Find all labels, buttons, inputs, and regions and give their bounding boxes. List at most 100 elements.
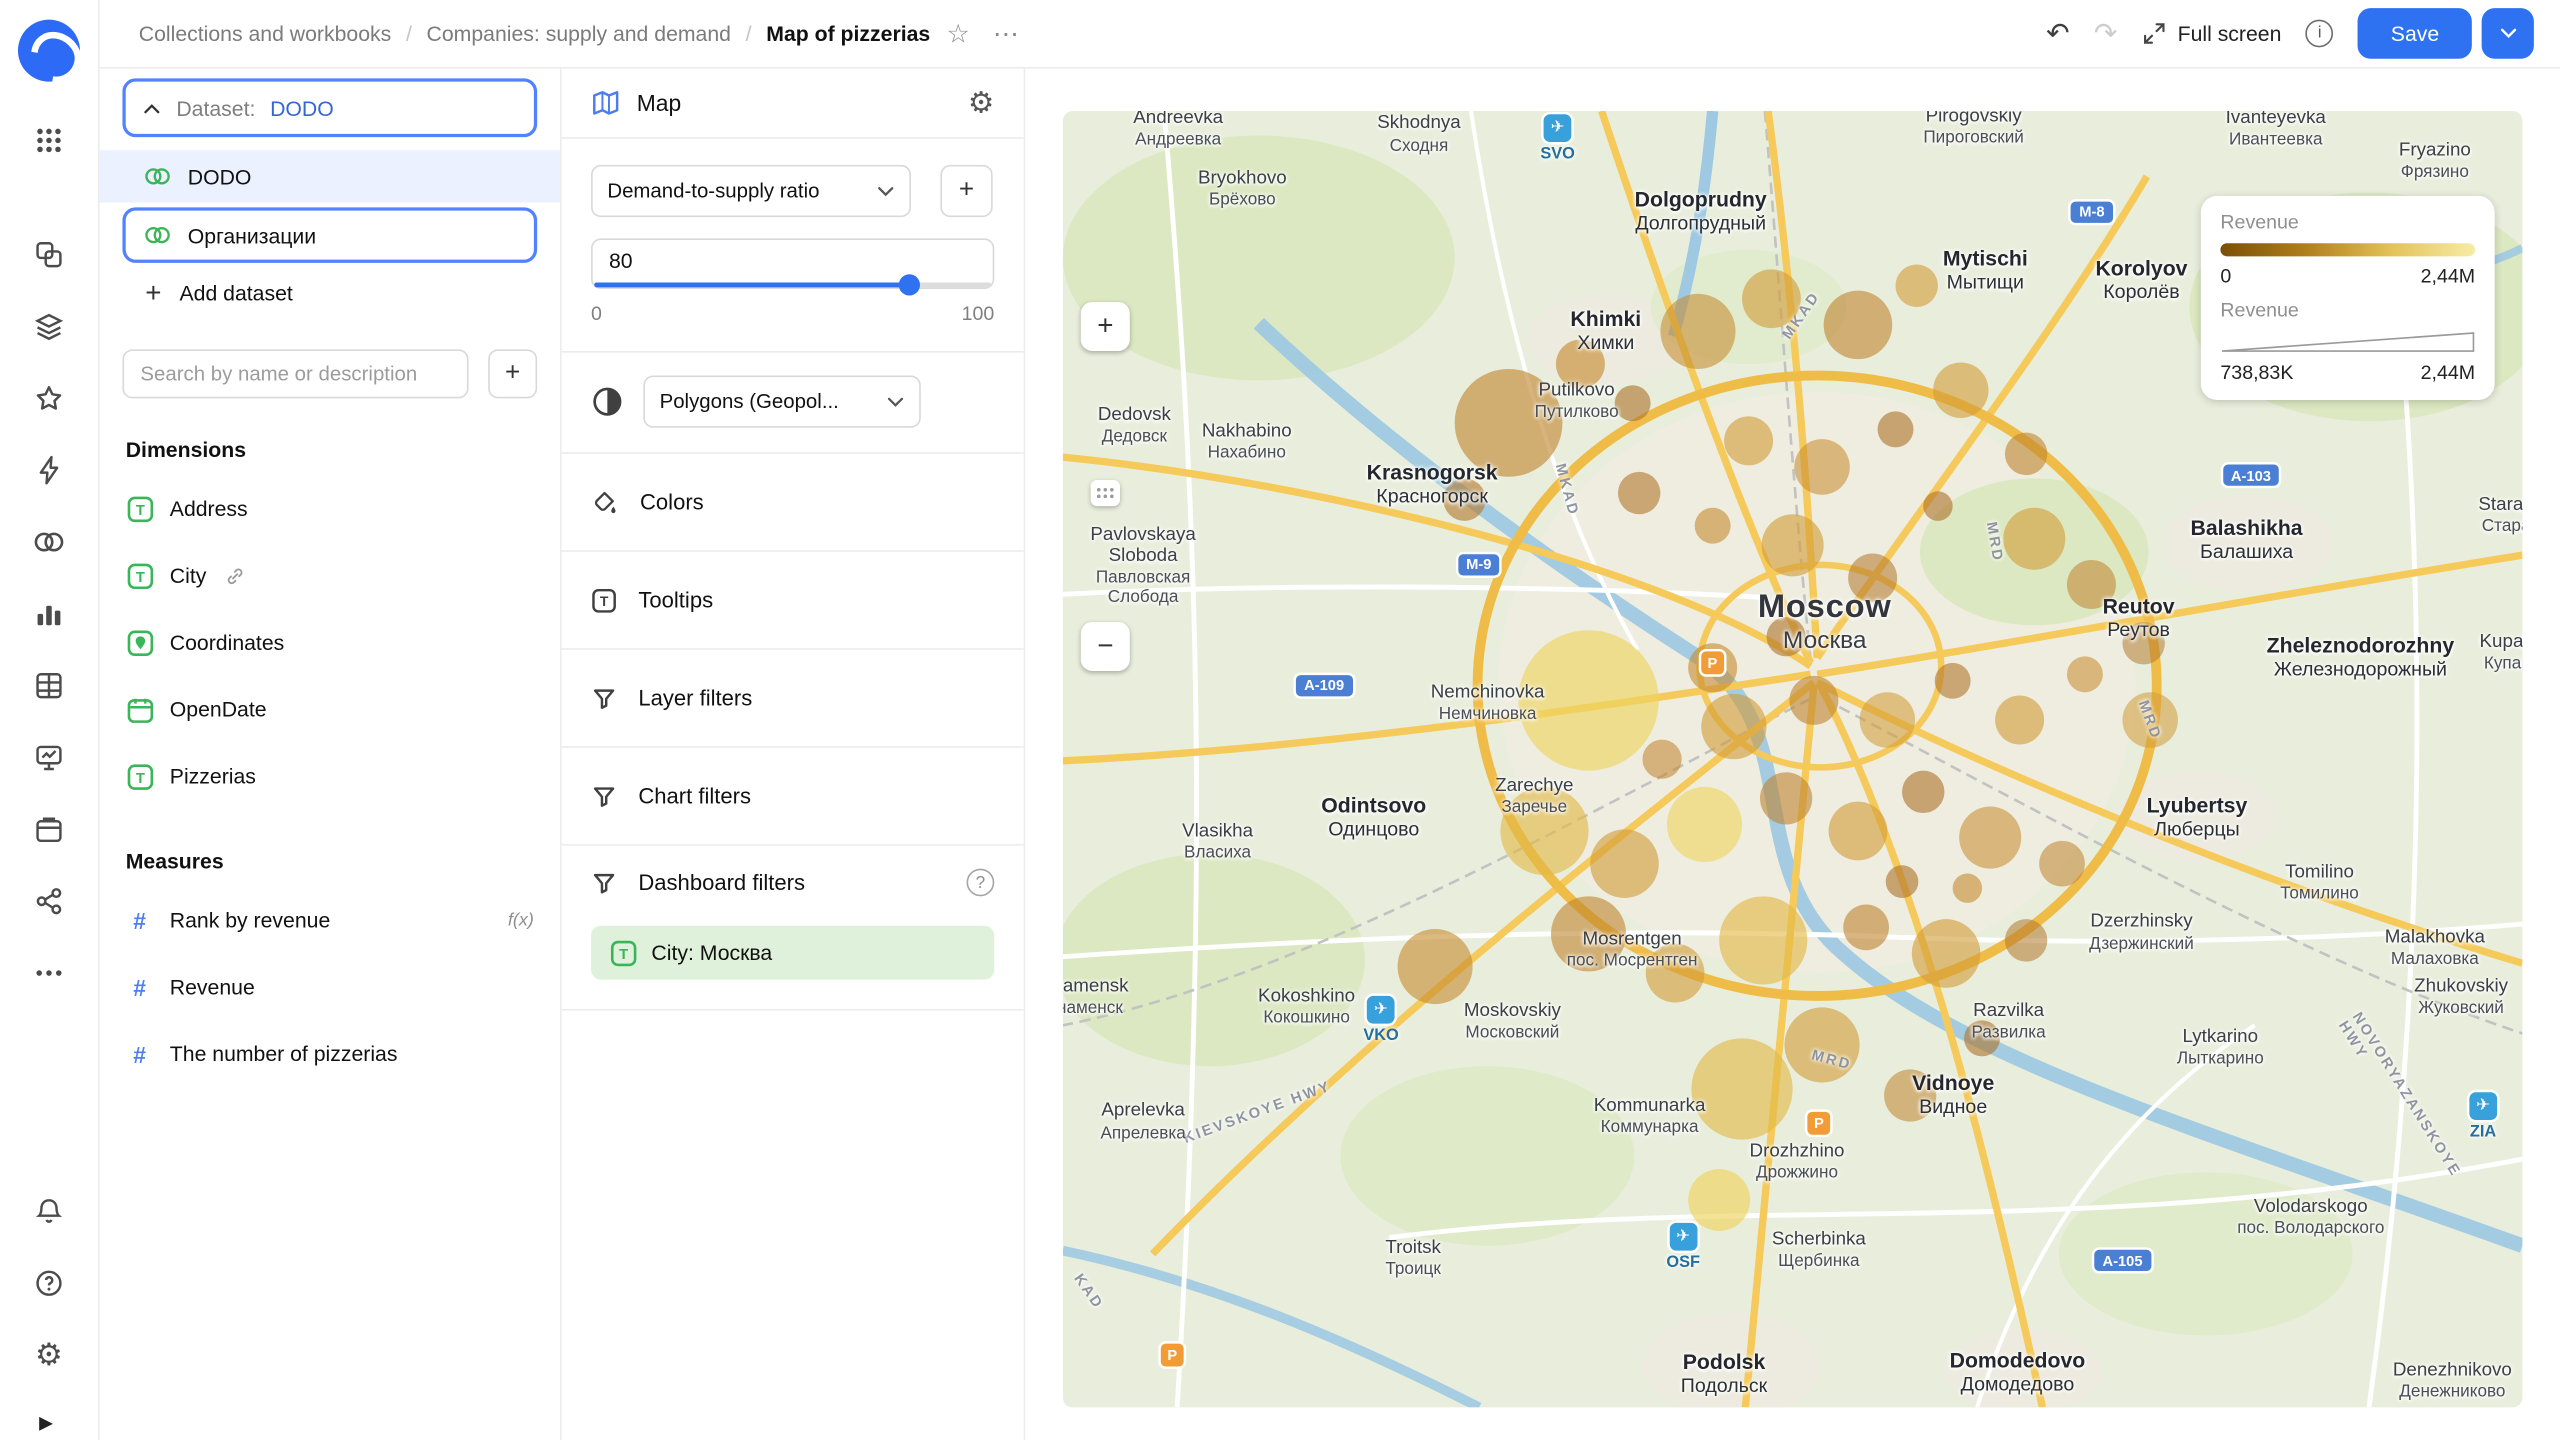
map-bubble[interactable] (1843, 905, 1889, 951)
chart-section-colors[interactable]: Colors (562, 452, 1024, 550)
map-bubble[interactable] (2005, 433, 2047, 475)
map-bubble[interactable] (1500, 786, 1588, 874)
map-bubble[interactable] (1551, 897, 1626, 972)
favorites-icon[interactable] (20, 369, 79, 428)
info-icon[interactable]: i (2306, 20, 2334, 48)
breadcrumb-item[interactable]: Companies: supply and demand (427, 21, 731, 45)
save-dropdown-button[interactable] (2482, 8, 2534, 59)
dashboard-filter-chip[interactable]: T City: Москва (591, 926, 994, 980)
help-icon[interactable] (20, 1254, 79, 1313)
more-icon[interactable] (20, 944, 79, 1003)
dataset-selector[interactable]: Dataset: DODO (122, 78, 537, 137)
dimension-field-row[interactable]: TCity (100, 542, 560, 609)
add-measure-button[interactable]: + (940, 165, 992, 217)
measure-field-row[interactable]: #The number of pizzerias (100, 1020, 560, 1087)
map-bubble[interactable] (1646, 944, 1705, 1003)
map-bubble[interactable] (1689, 1169, 1751, 1231)
map-bubble[interactable] (1824, 291, 1893, 360)
dashboards-icon[interactable] (20, 728, 79, 787)
map-bubble[interactable] (1614, 385, 1650, 421)
ratio-slider-track[interactable] (594, 282, 991, 287)
dimension-field-row[interactable]: TAddress (100, 475, 560, 542)
field-search-input[interactable] (122, 349, 468, 398)
map-bubble[interactable] (1762, 514, 1824, 576)
map-bubble[interactable] (2122, 621, 2164, 663)
full-screen-button[interactable]: Full screen (2142, 21, 2282, 45)
chart-settings-gear-icon[interactable]: ⚙ (968, 88, 994, 117)
map-drag-handle[interactable] (1091, 480, 1120, 506)
map-bubble[interactable] (1759, 772, 1811, 824)
tables-icon[interactable] (20, 656, 79, 715)
add-field-button[interactable]: + (488, 349, 537, 398)
breadcrumb-item[interactable]: Collections and workbooks (139, 21, 391, 45)
map-bubble[interactable] (2002, 508, 2064, 570)
charts-icon[interactable] (20, 584, 79, 643)
layer-visibility-icon[interactable] (591, 385, 624, 418)
map-bubble[interactable] (1518, 631, 1658, 771)
undo-icon[interactable]: ↶ (2046, 20, 2069, 48)
map-canvas[interactable]: MoscowМоскваDolgoprudnyДолгопрудныйMytis… (1063, 111, 2523, 1407)
map-bubble[interactable] (1959, 806, 2021, 868)
zoom-out-button[interactable]: − (1081, 622, 1130, 671)
map-bubble[interactable] (1724, 417, 1773, 466)
map-bubble[interactable] (1848, 553, 1897, 602)
map-bubble[interactable] (2122, 693, 2178, 749)
map-bubble[interactable] (1766, 616, 1805, 655)
editor-icon[interactable] (20, 441, 79, 500)
layer-select[interactable]: Polygons (Geopol... (643, 376, 921, 428)
map-bubble[interactable] (1702, 694, 1767, 759)
collapse-rail-button[interactable]: ▶ (39, 1412, 53, 1433)
map-bubble[interactable] (1660, 294, 1735, 369)
map-bubble[interactable] (1794, 440, 1850, 496)
map-bubble[interactable] (2067, 560, 2116, 609)
ratio-value-box[interactable]: 80 (591, 238, 994, 289)
map-bubble[interactable] (1443, 479, 1485, 521)
save-button[interactable]: Save (2358, 8, 2472, 59)
map-bubble[interactable] (2040, 840, 2086, 886)
map-bubble[interactable] (1694, 508, 1730, 544)
measure-field-row[interactable]: #Rank by revenuef(x) (100, 887, 560, 954)
map-bubble[interactable] (1895, 265, 1937, 307)
map-bubble[interactable] (1668, 786, 1743, 861)
map-bubble[interactable] (1935, 663, 1971, 699)
map-bubble[interactable] (1784, 1007, 1859, 1082)
map-bubble[interactable] (1912, 919, 1981, 988)
measure-select[interactable]: Demand-to-supply ratio (591, 165, 911, 217)
map-bubble[interactable] (1953, 874, 1982, 903)
map-bubble[interactable] (1719, 897, 1807, 985)
map-bubble[interactable] (1860, 693, 1916, 749)
dataset-row[interactable]: Организации (122, 207, 537, 263)
map-bubble[interactable] (1903, 770, 1945, 812)
add-dataset-button[interactable]: + Add dataset (100, 268, 560, 317)
apps-grid-icon[interactable] (20, 111, 79, 170)
map-bubble[interactable] (1591, 829, 1660, 898)
chart-section-tooltips[interactable]: TTooltips (562, 550, 1024, 648)
map-bubble[interactable] (1454, 368, 1562, 476)
measure-field-row[interactable]: #Revenue (100, 953, 560, 1020)
redo-icon[interactable]: ↷ (2094, 20, 2117, 48)
map-bubble[interactable] (1886, 866, 1919, 899)
map-bubble[interactable] (1618, 472, 1660, 514)
dataset-row[interactable]: DODO (100, 150, 560, 202)
settings-icon[interactable]: ⚙ (20, 1326, 79, 1385)
dimension-field-row[interactable]: OpenDate (100, 676, 560, 743)
map-bubble[interactable] (2005, 919, 2047, 961)
map-bubble[interactable] (1964, 1020, 2000, 1056)
datalens-logo-icon[interactable] (18, 20, 80, 82)
map-bubble[interactable] (1642, 740, 1681, 779)
dimension-field-row[interactable]: TPizzerias (100, 743, 560, 810)
map-bubble[interactable] (1994, 696, 2043, 745)
help-circle-icon[interactable]: ? (967, 869, 995, 897)
storage-icon[interactable] (20, 800, 79, 859)
connections-icon[interactable] (20, 872, 79, 931)
map-bubble[interactable] (1829, 801, 1888, 860)
chart-section-dashboard-filters[interactable]: Dashboard filters? (562, 844, 1024, 919)
map-bubble[interactable] (1688, 644, 1737, 693)
map-bubble[interactable] (1741, 270, 1800, 329)
collections-icon[interactable] (20, 225, 79, 284)
map-bubble[interactable] (1883, 1070, 1935, 1122)
datasets-icon[interactable] (20, 513, 79, 572)
zoom-in-button[interactable]: + (1081, 302, 1130, 351)
map-bubble[interactable] (1877, 411, 1913, 447)
map-bubble[interactable] (1933, 362, 1989, 418)
